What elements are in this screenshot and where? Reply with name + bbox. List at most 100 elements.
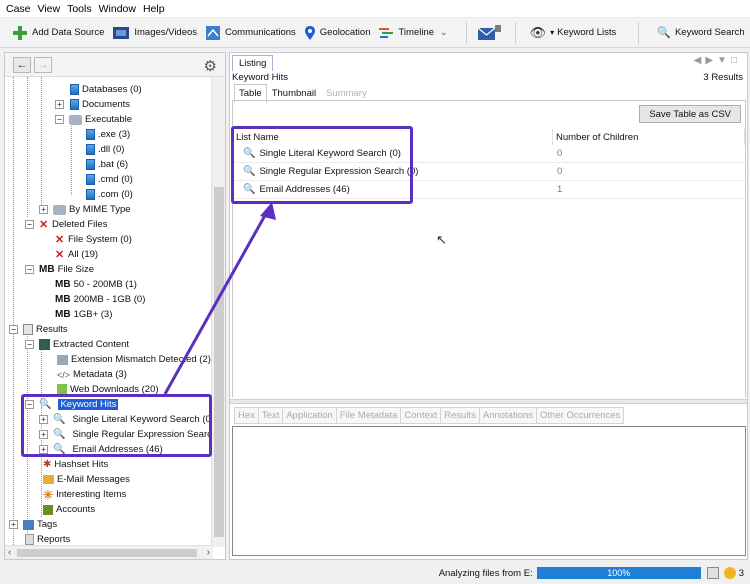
file-icon (86, 144, 95, 155)
tree-item-cmd[interactable]: .cmd (0) (83, 172, 133, 187)
tree-item-size-200-1g[interactable]: MB 200MB - 1GB (0) (53, 292, 145, 307)
tab-other-occurrences[interactable]: Other Occurrences (536, 407, 625, 424)
tree-item-results[interactable]: − Results (9, 322, 68, 337)
tree-item-documents[interactable]: + Documents (55, 97, 130, 112)
tree-item-label: .dll (0) (98, 144, 125, 155)
tree-item-label: Tags (37, 519, 58, 530)
communications-button[interactable]: Communications (201, 21, 300, 45)
tree-item-file-system[interactable]: ✕ File System (0) (53, 232, 132, 247)
tab-results[interactable]: Results (440, 407, 479, 424)
tree-item-hashset-hits[interactable]: ✱ Hashset Hits (39, 457, 108, 472)
menu-tools[interactable]: Tools (64, 3, 96, 15)
back-button[interactable]: ← (13, 56, 31, 73)
tree-vertical-scrollbar[interactable] (211, 77, 225, 547)
listing-nav-arrows[interactable]: ◀▶▼□ (694, 55, 741, 66)
tab-listing[interactable]: Listing (232, 55, 274, 71)
tree-item-email-messages[interactable]: E-Mail Messages (39, 472, 130, 487)
add-data-source-label: Add Data Source (32, 27, 105, 38)
tab-text[interactable]: Text (257, 407, 283, 424)
tree-item-accounts[interactable]: Accounts (39, 502, 95, 517)
tree-item-ext-mismatch[interactable]: Extension Mismatch Detected (2) (55, 352, 211, 367)
tab-hex[interactable]: Hex (234, 407, 258, 424)
file-icon (86, 189, 95, 200)
geolocation-label: Geolocation (319, 27, 371, 38)
status-text: Analyzing files from E: (438, 567, 533, 579)
scroll-thumb[interactable] (17, 549, 197, 557)
collapse-toggle[interactable]: − (25, 340, 34, 349)
tree-item-size-1g-plus[interactable]: MB 1GB+ (3) (53, 307, 112, 322)
eye-icon: 👁 (529, 24, 547, 40)
tree-item-label: Extension Mismatch Detected (2) (71, 354, 211, 365)
dropdown-arrow-icon: ▾ (550, 28, 555, 37)
toolbar-separator (465, 21, 467, 44)
menu-window[interactable]: Window (96, 3, 140, 15)
table-cell-children: 0 (557, 166, 563, 177)
add-data-source-button[interactable]: Add Data Source (8, 21, 108, 45)
tree-item-com[interactable]: .com (0) (83, 187, 133, 202)
deleted-icon: ✕ (39, 219, 49, 231)
tree-item-size-50-200[interactable]: MB 50 - 200MB (1) (53, 277, 137, 292)
keyword-lists-label: Keyword Lists (557, 27, 617, 38)
collapse-toggle[interactable]: − (25, 265, 34, 274)
geolocation-button[interactable]: Geolocation (300, 21, 375, 45)
tree-item-interesting-items[interactable]: ✳ Interesting Items (39, 487, 126, 502)
timeline-button[interactable]: Timeline ⌄ (374, 21, 451, 45)
scroll-thumb[interactable] (214, 187, 224, 537)
tab-context[interactable]: Context (400, 407, 441, 424)
panel-splitter[interactable] (230, 399, 747, 404)
table-cell-children: 0 (557, 148, 563, 159)
menu-case[interactable]: Case (3, 3, 35, 15)
size-icon: MB (55, 294, 71, 305)
file-icon (86, 174, 95, 185)
tree-item-metadata[interactable]: </> Metadata (3) (55, 367, 127, 382)
tree-item-dll[interactable]: .dll (0) (83, 142, 124, 157)
expand-toggle[interactable]: + (55, 100, 64, 109)
forward-button[interactable]: → (34, 56, 52, 73)
tree-item-databases[interactable]: Databases (0) (67, 82, 142, 97)
communications-label: Communications (225, 27, 296, 38)
collapse-toggle[interactable]: − (9, 325, 18, 334)
tree-item-label: By MIME Type (69, 204, 131, 215)
tree-guide-line (71, 117, 72, 195)
tab-application[interactable]: Application (282, 407, 336, 424)
tree-item-tags[interactable]: + Tags (9, 517, 57, 532)
menu-help[interactable]: Help (140, 3, 169, 15)
file-icon (86, 159, 95, 170)
scroll-right-icon[interactable]: › (207, 547, 210, 558)
timeline-icon (379, 27, 394, 38)
column-header-children[interactable]: Number of Children (553, 129, 745, 145)
tab-annotations[interactable]: Annotations (478, 407, 537, 424)
cancel-ingest-icon[interactable] (706, 567, 719, 579)
keyword-lists-button[interactable]: 👁 ▾ Keyword Lists (526, 21, 621, 45)
messages-button[interactable] (473, 21, 509, 45)
scroll-left-icon[interactable]: ‹ (8, 547, 11, 558)
images-videos-button[interactable]: Images/Videos (108, 21, 201, 45)
folder-icon (53, 204, 66, 215)
save-table-csv-button[interactable]: Save Table as CSV (639, 105, 741, 123)
tree-item-by-mime[interactable]: + By MIME Type (39, 202, 131, 217)
expand-toggle[interactable]: + (9, 520, 18, 529)
tree-item-all-deleted[interactable]: ✕ All (19) (53, 247, 98, 262)
notification-icon[interactable] (723, 567, 736, 579)
expand-toggle[interactable]: + (39, 205, 48, 214)
tree-item-bat[interactable]: .bat (6) (83, 157, 128, 172)
tree-horizontal-scrollbar[interactable]: ‹ › (5, 545, 213, 559)
size-icon: MB (39, 264, 55, 275)
menu-view[interactable]: View (35, 3, 65, 15)
envelope-icon (477, 24, 501, 40)
collapse-toggle[interactable]: − (55, 115, 64, 124)
tree-item-label: Extracted Content (53, 339, 130, 350)
tree-item-deleted-files[interactable]: − ✕ Deleted Files (25, 217, 107, 232)
tree-item-exe[interactable]: .exe (3) (83, 127, 130, 142)
gear-icon[interactable]: ⚙ (204, 57, 217, 75)
hashset-icon: ✱ (43, 459, 52, 470)
tree-item-label: Metadata (3) (73, 369, 127, 380)
tree-item-label: Reports (37, 534, 71, 545)
collapse-toggle[interactable]: − (25, 220, 34, 229)
tree-item-executable[interactable]: − Executable (55, 112, 132, 127)
plus-icon (13, 25, 27, 40)
tab-file-metadata[interactable]: File Metadata (335, 407, 401, 424)
keyword-search-button[interactable]: 🔍 Keyword Search (653, 21, 748, 45)
tree-item-extracted-content[interactable]: − Extracted Content (25, 337, 129, 352)
tree-item-file-size[interactable]: − MB File Size (25, 262, 94, 277)
